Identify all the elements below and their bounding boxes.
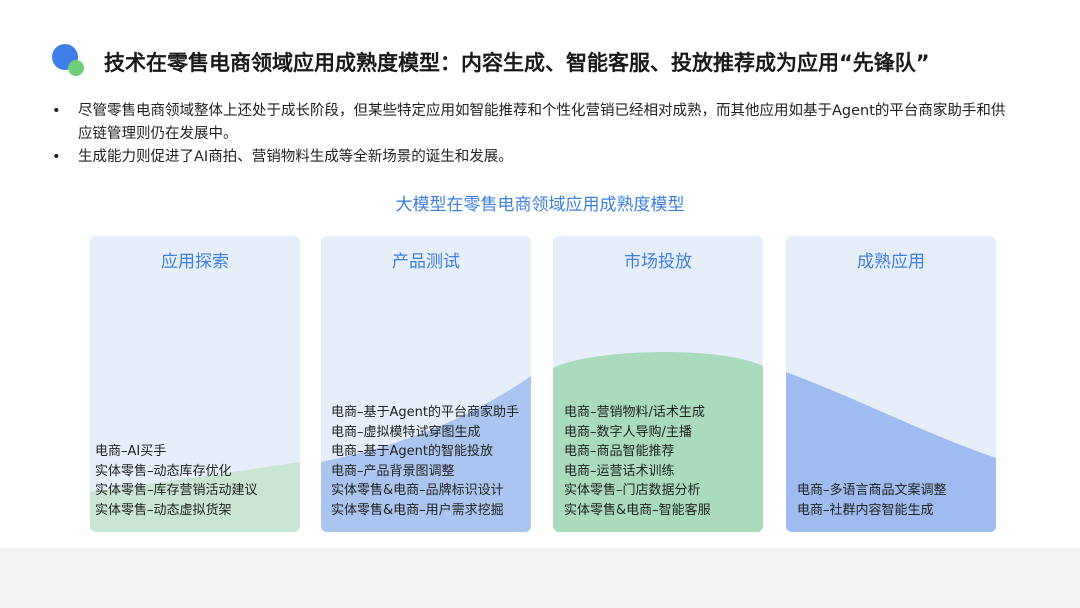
stage-item-list: 电商–营销物料/话术生成 电商–数字人导购/主播 电商–商品智能推荐 电商–运营… bbox=[564, 403, 711, 520]
list-item: 实体零售–动态库存优化 bbox=[95, 463, 232, 479]
bullet-item: 尽管零售电商领域整体上还处于成长阶段，但某些特定应用如智能推荐和个性化营销已经相… bbox=[52, 100, 1012, 146]
list-item: 电商–AI买手 bbox=[95, 444, 167, 459]
list-item: 电商–商品智能推荐 bbox=[564, 444, 675, 459]
list-item: 电商–基于Agent的平台商家助手 bbox=[331, 405, 519, 420]
stage-title: 市场投放 bbox=[624, 252, 692, 272]
bullet-list: 尽管零售电商领域整体上还处于成长阶段，但某些特定应用如智能推荐和个性化营销已经相… bbox=[52, 100, 1012, 169]
stage-title: 产品测试 bbox=[392, 252, 460, 272]
list-item: 实体零售&电商–用户需求挖掘 bbox=[331, 502, 504, 518]
page-title: 技术在零售电商领域应用成熟度模型：内容生成、智能客服、投放推荐成为应用“先锋队” bbox=[104, 51, 930, 75]
bullet-item: 生成能力则促进了AI商拍、营销物料生成等全新场景的诞生和发展。 bbox=[52, 146, 1012, 169]
list-item: 电商–虚拟模特试穿图生成 bbox=[331, 424, 481, 440]
list-item: 实体零售–动态虚拟货架 bbox=[95, 502, 232, 518]
stage-item-list: 电商–AI买手 实体零售–动态库存优化 实体零售–库存营销活动建议 实体零售–动… bbox=[95, 442, 258, 520]
stage-title: 成熟应用 bbox=[857, 252, 925, 272]
list-item: 电商–数字人导购/主播 bbox=[564, 424, 692, 440]
list-item: 实体零售&电商–智能客服 bbox=[564, 502, 711, 518]
stage-panel-mature: 成熟应用 电商–多语言商品文案调整 电商–社群内容智能生成 bbox=[786, 236, 996, 532]
list-item: 实体零售–库存营销活动建议 bbox=[95, 483, 258, 498]
list-item: 电商–社群内容智能生成 bbox=[797, 502, 934, 518]
stage-item-list: 电商–多语言商品文案调整 电商–社群内容智能生成 bbox=[797, 481, 947, 520]
list-item: 实体零售–门店数据分析 bbox=[564, 483, 701, 498]
footer-band bbox=[0, 548, 1080, 608]
list-item: 电商–产品背景图调整 bbox=[331, 463, 455, 479]
list-item: 电商–多语言商品文案调整 bbox=[797, 483, 947, 498]
stage-panel-exploration: 应用探索 电商–AI买手 实体零售–动态库存优化 实体零售–库存营销活动建议 实… bbox=[90, 236, 300, 532]
stage-panel-product-test: 产品测试 电商–基于Agent的平台商家助手 电商–虚拟模特试穿图生成 电商–基… bbox=[321, 236, 531, 532]
stage-title: 应用探索 bbox=[161, 252, 229, 272]
diagram-title: 大模型在零售电商领域应用成熟度模型 bbox=[395, 195, 685, 215]
list-item: 电商–营销物料/话术生成 bbox=[564, 405, 705, 420]
list-item: 电商–基于Agent的智能投放 bbox=[331, 444, 493, 459]
stage-panel-market-launch: 市场投放 电商–营销物料/话术生成 电商–数字人导购/主播 电商–商品智能推荐 … bbox=[553, 236, 763, 532]
list-item: 实体零售&电商–品牌标识设计 bbox=[331, 483, 504, 498]
logo-icon bbox=[52, 44, 88, 80]
stage-item-list: 电商–基于Agent的平台商家助手 电商–虚拟模特试穿图生成 电商–基于Agen… bbox=[331, 403, 519, 520]
list-item: 电商–运营话术训练 bbox=[564, 463, 675, 479]
